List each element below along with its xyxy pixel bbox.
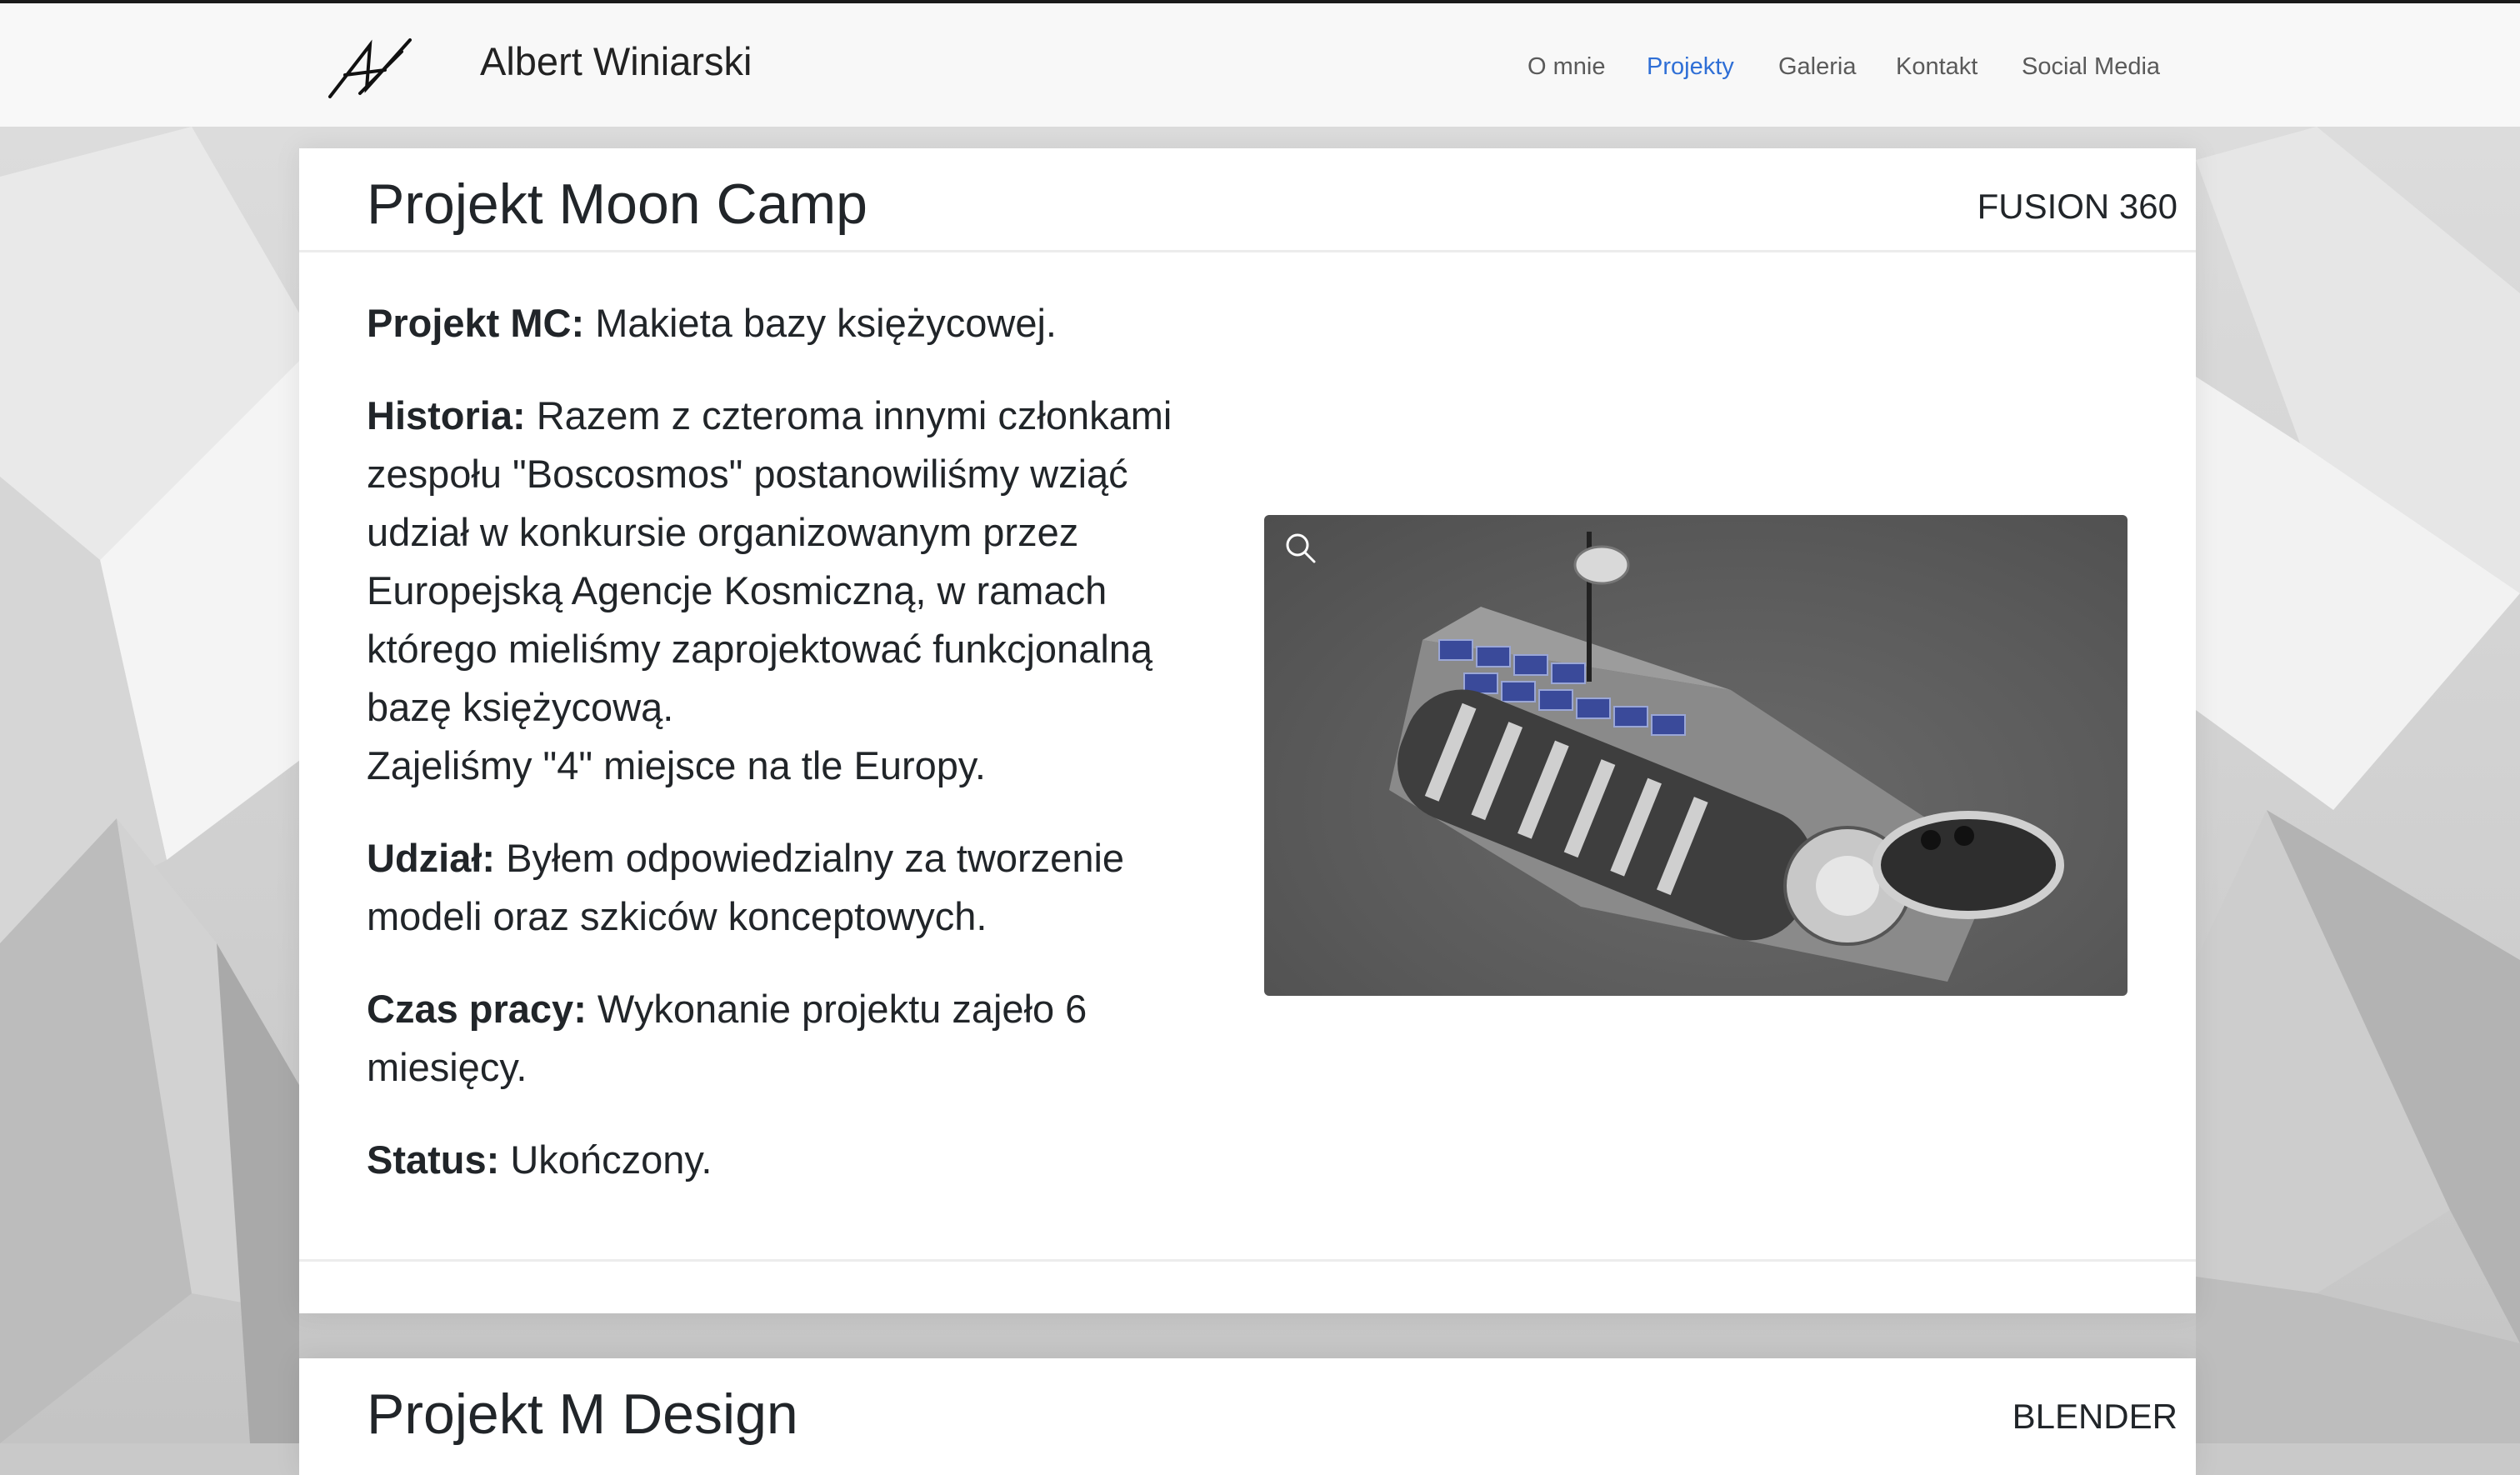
project-title: Projekt Moon Camp [367,172,868,236]
project-duration: Czas pracy: Wykonanie projektu zajeło 6 … [367,987,1088,1089]
signature-logo[interactable] [327,37,418,100]
project-status: Status: Ukończony. [367,1138,712,1182]
nav-o-mnie[interactable]: O mnie [1528,53,1605,81]
card-footer-divider [299,1259,2196,1262]
nav-projekty[interactable]: Projekty [1647,53,1734,81]
project-history: Historia: Razem z czteroma innymi członk… [367,393,1172,788]
project-role: Udział: Byłem odpowiedzialny za tworzeni… [367,836,1125,938]
project-description: Projekt MC: Makieta bazy księżycowej. Hi… [367,294,1233,1223]
project-image[interactable] [1264,515,2128,996]
nav-galeria[interactable]: Galeria [1778,53,1857,81]
moon-base-render [1389,532,2064,982]
project-card: Projekt M Design BLENDER [299,1358,2196,1475]
navbar: Albert Winiarski O mnie Projekty Galeria… [0,3,2520,127]
project-summary: Projekt MC: Makieta bazy księżycowej. [367,301,1057,345]
project-tool: BLENDER [2012,1397,2178,1436]
brand-name[interactable]: Albert Winiarski [480,38,752,84]
card-header: Projekt Moon Camp FUSION 360 [299,148,2196,252]
project-card: Projekt Moon Camp FUSION 360 Projekt MC:… [299,148,2196,1313]
project-tool: FUSION 360 [1977,187,2178,226]
nav-social-media[interactable]: Social Media [2022,53,2160,81]
project-title: Projekt M Design [367,1382,798,1446]
nav-kontakt[interactable]: Kontakt [1896,53,1978,81]
